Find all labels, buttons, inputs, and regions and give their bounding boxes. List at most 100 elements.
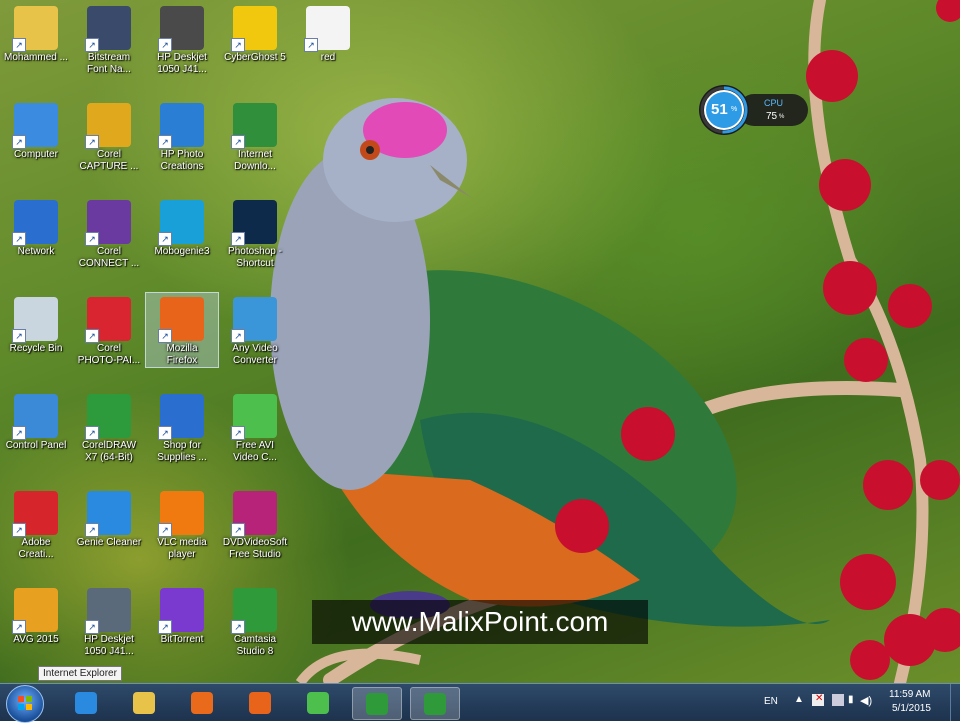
desktop-icon-label: HP Deskjet 1050 J41... <box>84 634 134 657</box>
desktop-icon-label: Corel CONNECT ... <box>78 246 140 269</box>
shortcut-arrow-icon: ↗ <box>231 426 245 440</box>
desktop-icon-cyberghost[interactable]: ↗ CyberGhost 5 <box>219 2 291 64</box>
desktop-icon-scanner[interactable]: ↗ HP Deskjet 1050 J41... <box>73 584 145 658</box>
bitstream-font-navigator-icon: ↗ <box>85 6 131 52</box>
taskbar: EN ▲ ✕ ▮ ◀) 11:59 AM 5/1/2015 <box>0 683 960 723</box>
desktop-icon-genie-cleaner[interactable]: ↗ Genie Cleaner <box>73 487 145 549</box>
start-button[interactable] <box>6 685 44 723</box>
shortcut-arrow-icon: ↗ <box>85 232 99 246</box>
shortcut-arrow-icon: ↗ <box>158 620 172 634</box>
desktop-icon-recycle-bin[interactable]: ↗ Recycle Bin <box>0 293 72 355</box>
desktop-icon-spreadsheet-file[interactable]: ↗ red <box>292 2 364 64</box>
signal-icon[interactable]: ▮ <box>848 694 854 705</box>
desktop-icon-printer[interactable]: ↗ HP Deskjet 1050 J41... <box>146 2 218 76</box>
cpu-label: CPU <box>764 98 784 108</box>
shortcut-arrow-icon: ↗ <box>231 620 245 634</box>
desktop-icon-corel-photo-paint[interactable]: ↗ Corel PHOTO-PAI... <box>73 293 145 367</box>
desktop-icon-label: red <box>320 52 336 63</box>
shortcut-arrow-icon: ↗ <box>158 38 172 52</box>
shortcut-arrow-icon: ↗ <box>12 135 26 149</box>
corel-connect-icon: ↗ <box>85 200 131 246</box>
desktop-icon-vlc[interactable]: ↗ VLC media player <box>146 487 218 561</box>
shortcut-arrow-icon: ↗ <box>12 426 26 440</box>
cpu-percent: 51 <box>711 101 728 118</box>
shortcut-arrow-icon: ↗ <box>85 135 99 149</box>
windows-logo-icon <box>18 696 32 710</box>
watermark-banner: www.MalixPoint.com <box>312 600 648 644</box>
desktop-icon-label: Mozilla Firefox <box>166 343 198 366</box>
desktop-icon-label: Genie Cleaner <box>76 537 142 548</box>
desktop-icon-label: CyberGhost 5 <box>224 52 286 63</box>
desktop-icon-avg[interactable]: ↗ AVG 2015 <box>0 584 72 646</box>
desktop-icon-free-avi-video-converter[interactable]: ↗ Free AVI Video C... <box>219 390 291 464</box>
desktop-icon-label: Camtasia Studio 8 <box>233 634 277 657</box>
desktop-icon-label: Internet Downlo... <box>234 149 276 172</box>
desktop-icon-label: Recycle Bin <box>9 343 63 354</box>
recycle-bin-icon: ↗ <box>12 297 58 343</box>
desktop-icon-camtasia[interactable]: ↗ Camtasia Studio 8 <box>219 584 291 658</box>
desktop-icon-label: DVDVideoSoft Free Studio <box>222 537 288 560</box>
desktop-icon-label: Shop for Supplies ... <box>157 440 207 463</box>
taskbar-button-camtasia-studio[interactable] <box>410 687 460 720</box>
desktop-icon-label: Control Panel <box>5 440 67 451</box>
desktop-icon-label: Network <box>17 246 55 257</box>
shortcut-arrow-icon: ↗ <box>12 38 26 52</box>
taskbar-button-firefox[interactable] <box>236 687 284 718</box>
language-indicator[interactable]: EN <box>764 696 778 707</box>
file-explorer-icon <box>133 692 155 714</box>
desktop-icon-dvdvideosoft[interactable]: ↗ DVDVideoSoft Free Studio <box>219 487 291 561</box>
desktop-icon-network[interactable]: ↗ Network <box>0 196 72 258</box>
taskbar-button-internet-explorer[interactable] <box>62 687 110 718</box>
network-tray-icon[interactable] <box>832 694 844 706</box>
shortcut-arrow-icon: ↗ <box>231 523 245 537</box>
desktop-icon-computer[interactable]: ↗ Computer <box>0 99 72 161</box>
spreadsheet-file-icon: ↗ <box>304 6 350 52</box>
desktop-icon-any-video-converter[interactable]: ↗ Any Video Converter <box>219 293 291 367</box>
tray-icons: ▲ ✕ ▮ ◀) <box>794 693 876 710</box>
any-video-converter-icon: ↗ <box>231 297 277 343</box>
volume-icon[interactable]: ◀) <box>860 694 872 707</box>
free-avi-video-converter-icon <box>307 692 329 714</box>
shortcut-arrow-icon: ↗ <box>85 620 99 634</box>
photoshop-icon: ↗ <box>231 200 277 246</box>
show-desktop-button[interactable] <box>950 684 960 721</box>
coreldraw-icon: ↗ <box>85 394 131 440</box>
show-hidden-icons-icon[interactable]: ▲ <box>794 694 804 705</box>
desktop-icon-coreldraw[interactable]: ↗ CorelDRAW X7 (64-Bit) <box>73 390 145 464</box>
internet-explorer-icon <box>75 692 97 714</box>
taskbar-button-free-avi-video-converter[interactable] <box>294 687 342 718</box>
action-center-icon[interactable]: ✕ <box>812 693 824 706</box>
shortcut-arrow-icon: ↗ <box>158 523 172 537</box>
taskbar-button-camtasia-recorder[interactable] <box>352 687 402 720</box>
shop-supplies-icon: ↗ <box>158 394 204 440</box>
cpu-meter-widget[interactable]: 51 % CPU 75 % <box>698 84 810 136</box>
desktop-icon-hp-photo-creations[interactable]: ↗ HP Photo Creations <box>146 99 218 173</box>
desktop-icon-control-panel[interactable]: ↗ Control Panel <box>0 390 72 452</box>
user-folder-icon: ↗ <box>12 6 58 52</box>
desktop-icon-label: BitTorrent <box>160 634 204 645</box>
shortcut-arrow-icon: ↗ <box>158 232 172 246</box>
desktop-icon-corel-capture[interactable]: ↗ Corel CAPTURE ... <box>73 99 145 173</box>
desktop-icon-adobe-creative-cloud[interactable]: ↗ Adobe Creati... <box>0 487 72 561</box>
clock-date[interactable]: 5/1/2015 <box>892 703 931 714</box>
vlc-icon: ↗ <box>158 491 204 537</box>
taskbar-button-file-explorer[interactable] <box>120 687 168 718</box>
free-avi-video-converter-icon: ↗ <box>231 394 277 440</box>
desktop-icon-label: Mobogenie3 <box>154 246 210 257</box>
desktop-icon-bittorrent[interactable]: ↗ BitTorrent <box>146 584 218 646</box>
clock-time[interactable]: 11:59 AM <box>889 689 931 700</box>
desktop-icon-firefox[interactable]: ↗ Mozilla Firefox <box>145 292 219 368</box>
desktop-icon-corel-connect[interactable]: ↗ Corel CONNECT ... <box>73 196 145 270</box>
desktop-icon-mobogenie[interactable]: ↗ Mobogenie3 <box>146 196 218 258</box>
desktop-icon-label: Mohammed ... <box>4 52 68 63</box>
taskbar-button-media-player[interactable] <box>178 687 226 718</box>
shortcut-arrow-icon: ↗ <box>231 135 245 149</box>
desktop-icon-shop-supplies[interactable]: ↗ Shop for Supplies ... <box>146 390 218 464</box>
desktop-icon-bitstream-font-navigator[interactable]: ↗ Bitstream Font Na... <box>73 2 145 76</box>
hp-photo-creations-icon: ↗ <box>158 103 204 149</box>
cpu-value-sign: % <box>779 114 785 120</box>
desktop-icon-internet-download-manager[interactable]: ↗ Internet Downlo... <box>219 99 291 173</box>
shortcut-arrow-icon: ↗ <box>231 38 245 52</box>
desktop-icon-user-folder[interactable]: ↗ Mohammed ... <box>0 2 72 64</box>
desktop-icon-photoshop[interactable]: ↗ Photoshop - Shortcut <box>219 196 291 270</box>
